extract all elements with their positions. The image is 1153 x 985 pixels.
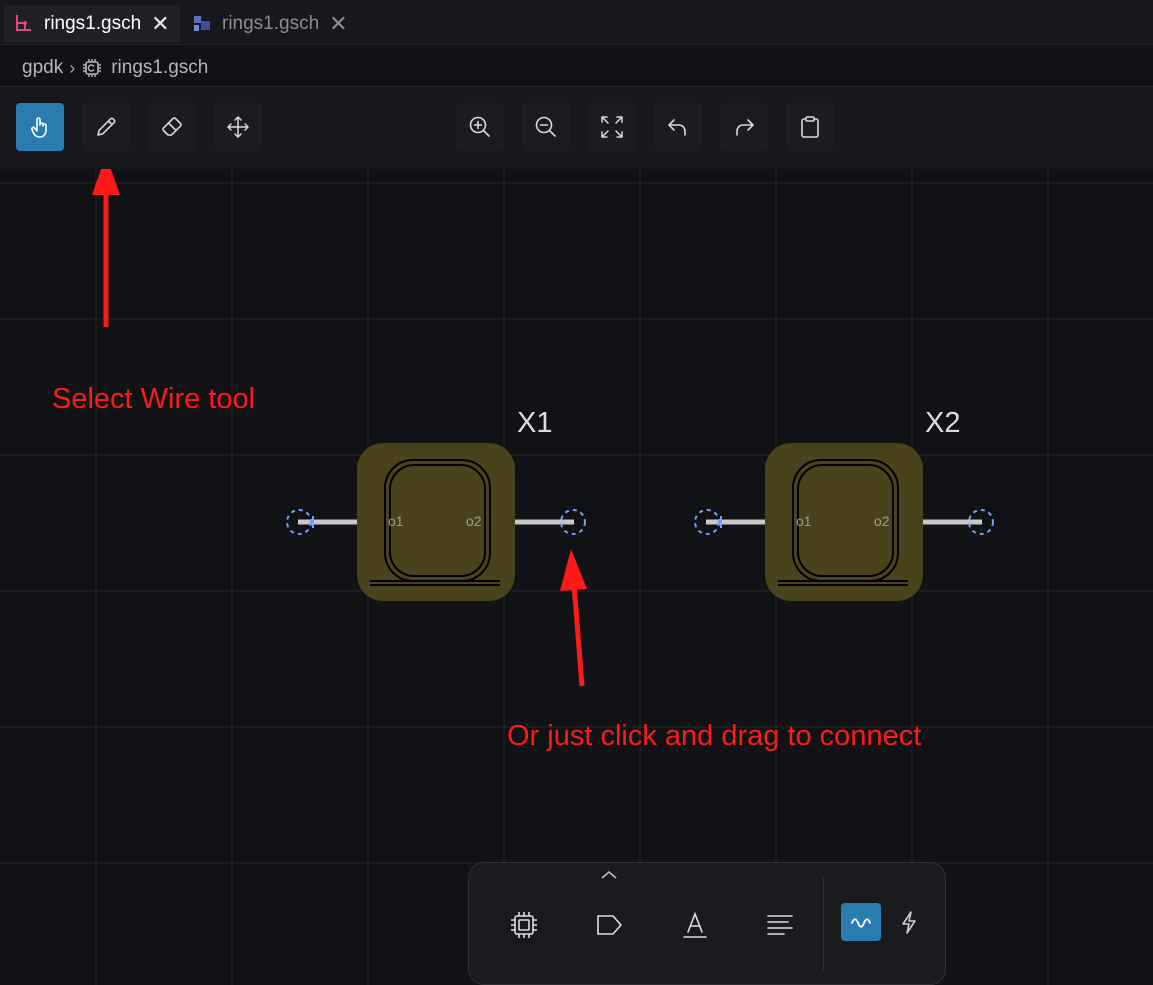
undo-icon [668,119,686,136]
annotation-wire-tool: Select Wire tool [52,383,256,415]
annotation-drag-connect: Or just click and drag to connect [507,720,922,752]
fit-view-icon [601,116,623,138]
zoom-in-icon [469,116,490,137]
eraser-tool-button[interactable] [148,103,196,151]
redo-icon [736,119,754,136]
eraser-icon [162,117,182,136]
palette-label-button[interactable] [584,901,634,949]
clipboard-button[interactable] [786,103,834,151]
wave-icon [851,918,871,928]
select-tool-button[interactable] [16,103,64,151]
electrical-mode-button[interactable] [889,903,929,941]
breadcrumb-root[interactable]: gpdk [22,57,63,79]
palette-divider [823,877,824,971]
close-icon[interactable]: ✕ [329,13,347,35]
palette-component-button[interactable] [499,901,549,949]
component-label-x2: X2 [925,407,961,439]
move-tool-button[interactable] [214,103,262,151]
fit-view-button[interactable] [588,103,636,151]
close-icon[interactable]: ✕ [151,13,169,35]
arrow-to-wire-tool [92,169,120,327]
port-label-x1-o1: o1 [388,513,404,529]
align-icon [767,915,793,935]
move-icon [227,116,249,138]
chevron-up-icon[interactable] [599,868,619,882]
hand-pointer-icon [31,117,47,138]
chip-icon [511,912,537,938]
undo-button[interactable] [654,103,702,151]
port-label-x2-o2: o2 [874,513,890,529]
palette-align-button[interactable] [755,901,805,949]
text-icon [683,911,707,938]
layout-icon [190,12,214,36]
chip-icon [81,57,103,79]
breadcrumb: gpdk › rings1.gsch [22,54,208,82]
component-label-x1: X1 [517,407,553,439]
arrow-to-port [560,549,587,687]
tab-rings1-schematic[interactable]: rings1.gsch ✕ [4,6,180,42]
tab-label: rings1.gsch [44,13,142,34]
toolbar [0,86,1153,170]
tab-rings1-layout[interactable]: rings1.gsch ✕ [182,6,358,42]
tab-label: rings1.gsch [222,13,320,34]
palette-text-button[interactable] [670,901,720,949]
schematic-icon [12,12,36,36]
port-label-x1-o2: o2 [466,513,482,529]
component-x2[interactable] [694,443,994,601]
zoom-out-icon [535,116,556,137]
redo-button[interactable] [720,103,768,151]
photonic-mode-button[interactable] [841,903,881,941]
component-x1[interactable] [286,443,586,601]
breadcrumb-file[interactable]: rings1.gsch [111,57,208,79]
breadcrumb-separator: › [69,57,76,78]
tab-bar: rings1.gsch ✕ rings1.gsch ✕ [0,0,1153,45]
wire-tool-button[interactable] [82,103,130,151]
component-palette [468,862,946,985]
zoom-out-button[interactable] [522,103,570,151]
port-label-x2-o1: o1 [796,513,812,529]
zoom-in-button[interactable] [456,103,504,151]
clipboard-icon [801,116,819,138]
pencil-icon [97,117,116,136]
tag-icon [597,915,622,935]
lightning-icon [902,911,916,934]
